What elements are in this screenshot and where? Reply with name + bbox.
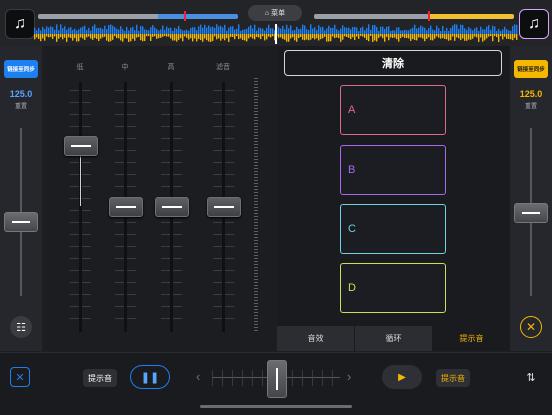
- crossfader[interactable]: [267, 360, 287, 398]
- left-pitch-slider[interactable]: [4, 212, 38, 232]
- swap-decks-button[interactable]: ⇅: [521, 367, 541, 387]
- left-bpm-value: 125.0: [9, 89, 33, 99]
- right-eject-button[interactable]: ✕: [520, 316, 542, 338]
- pause-icon: ❚❚: [140, 371, 160, 384]
- left-track-overview[interactable]: [38, 14, 238, 19]
- sample-pad-a[interactable]: A: [340, 85, 446, 135]
- channel-label-high: 高: [167, 64, 175, 71]
- home-icon: ⌂: [264, 9, 270, 17]
- chevron-right-icon[interactable]: ›: [347, 369, 351, 384]
- music-note-icon: ♫: [528, 15, 540, 32]
- right-cue-button[interactable]: 提示音: [436, 369, 470, 387]
- close-icon: ✕: [525, 320, 537, 334]
- menu-button[interactable]: ⌂ 菜单: [248, 5, 302, 21]
- tab-effects[interactable]: 音效: [277, 326, 354, 351]
- home-indicator: [200, 405, 352, 408]
- right-album-art[interactable]: ♫: [519, 9, 549, 39]
- sample-pad-b[interactable]: B: [340, 145, 446, 195]
- left-playhead: [184, 11, 186, 21]
- left-play-pause-button[interactable]: ❚❚: [130, 365, 170, 389]
- channel-label-filter: 滤音: [216, 64, 230, 71]
- low-fader-track: [79, 82, 82, 332]
- play-icon: ▶: [398, 371, 406, 383]
- left-eject-button[interactable]: ✕: [10, 367, 30, 387]
- low-eq-fader[interactable]: [64, 136, 98, 156]
- right-sync-button[interactable]: 链接至同步: [514, 60, 548, 78]
- music-note-icon: ♫: [14, 15, 26, 32]
- left-cue-button[interactable]: 提示音: [83, 369, 117, 387]
- tab-cue[interactable]: 提示音: [433, 326, 510, 351]
- filter-fader[interactable]: [207, 197, 241, 217]
- chevron-left-icon[interactable]: ‹: [196, 369, 200, 384]
- left-sync-button[interactable]: 链接至同步: [4, 60, 38, 78]
- clear-button[interactable]: 清除: [284, 50, 502, 76]
- channel-label-low: 低: [76, 64, 84, 71]
- right-reset-label[interactable]: 重置: [510, 101, 552, 110]
- swap-icon: ⇅: [526, 371, 536, 384]
- right-track-overview[interactable]: [314, 14, 514, 19]
- left-album-art[interactable]: ♫: [5, 9, 35, 39]
- left-reset-label[interactable]: 重置: [0, 101, 42, 110]
- tab-loop[interactable]: 循环: [355, 326, 432, 351]
- close-icon: ✕: [15, 371, 25, 384]
- channel-label-mid: 中: [121, 64, 129, 71]
- sample-pad-c[interactable]: C: [340, 204, 446, 254]
- mid-eq-fader[interactable]: [109, 197, 143, 217]
- right-playhead: [428, 11, 430, 21]
- right-pitch-slider[interactable]: [514, 203, 548, 223]
- sample-pad-d[interactable]: D: [340, 263, 446, 313]
- right-bpm-value: 125.0: [519, 89, 543, 99]
- left-settings-button[interactable]: ☷: [10, 316, 32, 338]
- sliders-icon: ☷: [16, 321, 26, 334]
- right-play-button[interactable]: ▶: [382, 365, 422, 389]
- high-eq-fader[interactable]: [155, 197, 189, 217]
- level-meter: [254, 78, 258, 332]
- waveform-display[interactable]: [34, 24, 518, 44]
